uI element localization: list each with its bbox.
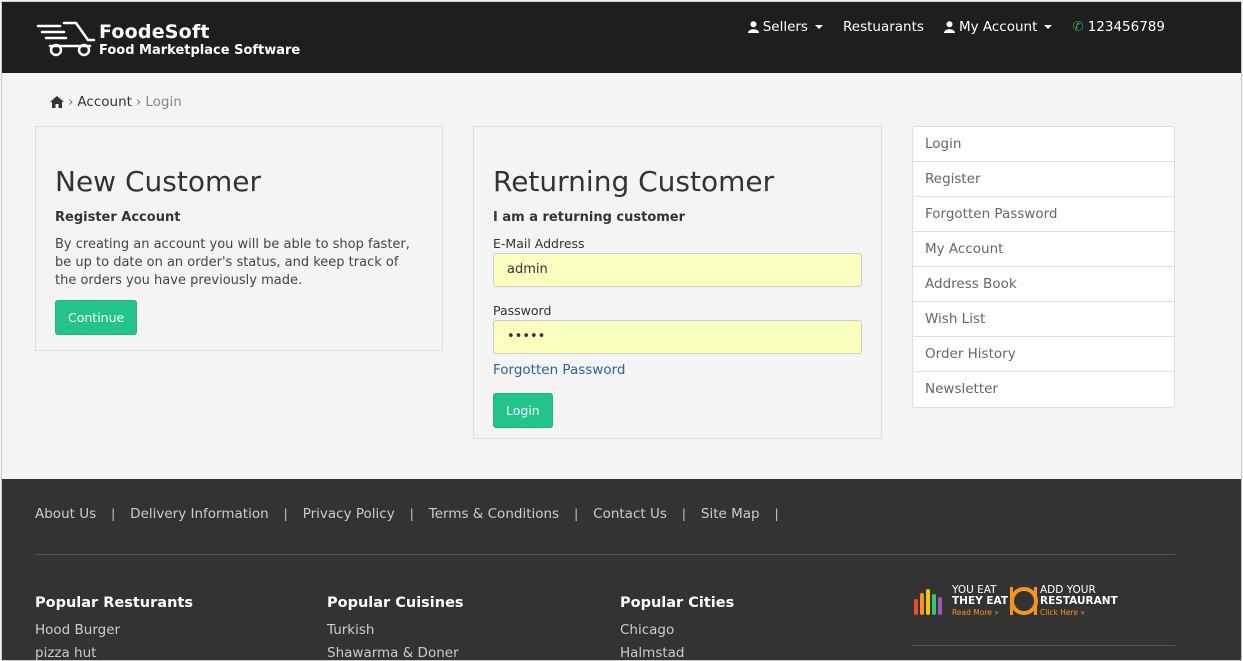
footer-col-title: Popular Resturants [35,595,193,611]
login-button[interactable]: Login [493,393,553,428]
breadcrumb-login[interactable]: Login [145,94,181,110]
logo-subtitle: Food Marketplace Software [99,43,301,58]
footer-col-popular-cities: Popular Cities Chicago Halmstad [620,595,735,660]
footer-link-privacy-policy[interactable]: Privacy Policy [303,506,395,522]
footer-separator: | [409,507,414,521]
nav-phone-number: 123456789 [1087,19,1165,35]
nav-restaurants[interactable]: Restuarants [843,19,924,35]
returning-customer-panel: Returning Customer I am a returning cust… [473,126,882,439]
footer-col-item[interactable]: Halmstad [620,642,734,660]
footer-promo-divider [912,645,1175,646]
nav-restaurants-label: Restuarants [842,19,924,35]
hands-icon [914,589,942,615]
caret-down-icon [814,25,823,29]
plate-fork-icon [1010,587,1038,615]
main-nav: Sellers Restuarants My Account ✆ 1234567… [747,19,1165,35]
sidebar-item-order-history[interactable]: Order History [913,337,1174,372]
breadcrumb: › Account › Login [50,94,182,110]
footer-link-site-map[interactable]: Site Map [701,506,760,522]
sidebar-item-my-account[interactable]: My Account [913,232,1174,267]
footer-separator: | [681,507,686,521]
footer-col-item[interactable]: pizza hut [35,642,193,660]
sidebar-item-newsletter[interactable]: Newsletter [913,372,1174,407]
returning-customer-title: Returning Customer [493,165,775,198]
promo-read-more[interactable]: Read More » [952,607,1008,618]
sidebar-item-address-book[interactable]: Address Book [913,267,1174,302]
sidebar-item-register[interactable]: Register [913,162,1174,197]
footer-col-popular-cuisines: Popular Cuisines Turkish Shawarma & Done… [327,595,464,660]
site-logo[interactable]: FoodeSoft Food Marketplace Software [36,18,300,60]
site-footer: About Us | Delivery Information | Privac… [2,479,1241,660]
promo-click-here[interactable]: Click Here » [1040,607,1118,618]
sidebar-item-wish-list[interactable]: Wish List [913,302,1174,337]
new-customer-panel: New Customer Register Account By creatin… [35,126,443,351]
nav-my-account-dropdown[interactable]: My Account [943,19,1053,35]
footer-link-terms-conditions[interactable]: Terms & Conditions [429,506,559,522]
footer-col-item[interactable]: Chicago [620,619,734,642]
footer-col-item[interactable]: Shawarma & Doner [327,642,464,660]
new-customer-title: New Customer [55,165,261,198]
footer-link-contact-us[interactable]: Contact Us [593,506,667,522]
delivery-scooter-icon [36,21,96,57]
footer-col-item[interactable]: Turkish [327,619,464,642]
forgotten-password-link[interactable]: Forgotten Password [493,362,862,378]
caret-down-icon [1044,25,1053,29]
home-icon[interactable] [50,96,64,108]
sidebar-item-forgotten-password[interactable]: Forgotten Password [913,197,1174,232]
footer-col-title: Popular Cities [620,595,735,611]
email-label: E-Mail Address [493,236,585,251]
footer-link-delivery-information[interactable]: Delivery Information [130,506,268,522]
breadcrumb-separator: › [135,94,142,110]
user-icon [943,21,955,33]
nav-sellers-label: Sellers [762,19,808,35]
footer-separator: | [774,507,779,521]
promo-they-eat-text: THEY EAT [952,595,1009,607]
new-customer-description: By creating an account you will be able … [55,237,410,288]
promo-add-restaurant: ADD YOUR RESTAURANT Click Here » [1040,585,1118,618]
phone-icon: ✆ [1072,19,1084,35]
nav-sellers-dropdown[interactable]: Sellers [747,19,823,35]
promo-banner[interactable]: YOU EAT THEY EAT Read More » ADD YOUR RE… [912,585,1122,619]
register-account-heading: Register Account [55,210,181,225]
returning-customer-subtitle: I am a returning customer [493,210,686,225]
top-navbar: FoodeSoft Food Marketplace Software Sell… [2,2,1241,73]
footer-separator: | [574,507,579,521]
promo-restaurant-text: RESTAURANT [1040,595,1118,607]
footer-separator: | [111,507,116,521]
continue-button[interactable]: Continue [55,300,138,335]
logo-title: FoodeSoft [99,21,210,43]
breadcrumb-separator: › [68,94,74,110]
account-sidebar: Login Register Forgotten Password My Acc… [912,126,1175,408]
footer-link-about-us[interactable]: About Us [35,506,96,522]
nav-my-account-label: My Account [958,19,1038,35]
email-field[interactable]: admin [493,253,862,287]
breadcrumb-account[interactable]: Account [77,94,132,110]
footer-col-title: Popular Cuisines [327,595,464,611]
footer-col-popular-restaurants: Popular Resturants Hood Burger pizza hut [35,595,193,660]
footer-separator: | [283,507,288,521]
nav-phone[interactable]: ✆ 123456789 [1072,19,1165,35]
password-field[interactable]: ••••• [493,320,862,354]
promo-you-eat: YOU EAT THEY EAT Read More » [952,585,1008,618]
footer-col-item[interactable]: Hood Burger [35,619,193,642]
footer-divider [35,554,1175,555]
footer-links: About Us | Delivery Information | Privac… [35,506,794,522]
sidebar-item-login[interactable]: Login [913,127,1174,162]
password-label: Password [493,303,552,318]
user-icon [747,21,759,33]
page-frame: FoodeSoft Food Marketplace Software Sell… [1,1,1242,661]
